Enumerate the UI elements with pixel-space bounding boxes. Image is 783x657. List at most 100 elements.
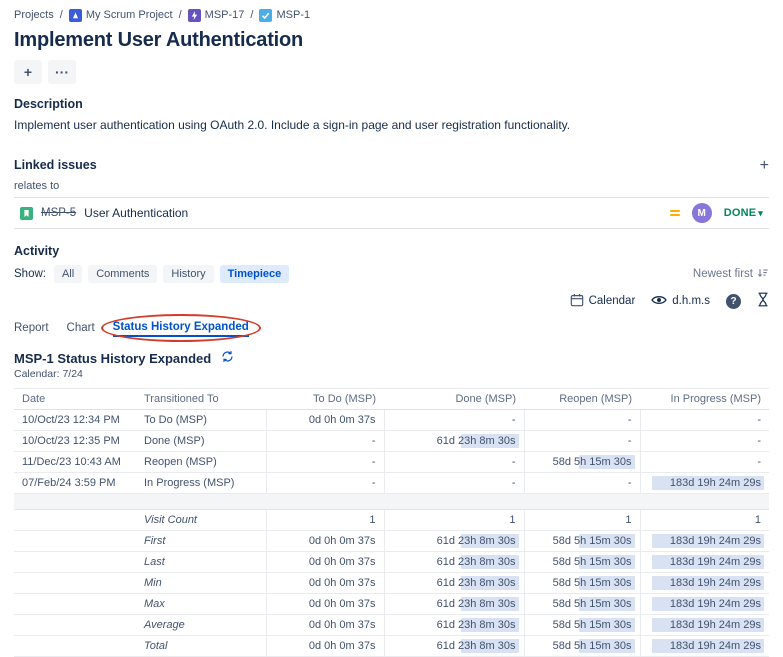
project-avatar-icon <box>69 9 82 22</box>
duration-cell: - <box>266 473 384 494</box>
duration-cell: 183d 19h 24m 29s <box>640 531 769 552</box>
duration-cell: - <box>524 410 640 431</box>
status-history-table: Date Transitioned To To Do (MSP) Done (M… <box>14 388 769 657</box>
stat-label-cell: Max <box>136 594 266 615</box>
tab-chart[interactable]: Chart <box>67 322 95 336</box>
linked-issues-heading: Linked issues <box>14 158 97 173</box>
duration-cell: 58d 5h 15m 30s <box>524 573 640 594</box>
duration-cell: 61d 23h 8m 30s <box>384 531 524 552</box>
duration-cell: 1 <box>524 510 640 531</box>
sort-order-button[interactable]: Newest first <box>693 267 769 282</box>
breadcrumb-item-issue[interactable]: MSP-1 <box>259 8 310 22</box>
assignee-avatar[interactable]: M <box>692 203 712 223</box>
date-cell <box>14 552 136 573</box>
breadcrumb-item-epic[interactable]: MSP-17 <box>188 8 245 22</box>
duration-cell: 0d 0h 0m 37s <box>266 636 384 657</box>
duration-cell: 183d 19h 24m 29s <box>640 615 769 636</box>
question-icon: ? <box>730 296 736 307</box>
sort-icon <box>757 267 769 282</box>
active-tab-wrap: Status History Expanded <box>113 321 249 337</box>
filter-comments[interactable]: Comments <box>88 265 157 283</box>
breadcrumb-separator: / <box>60 8 63 22</box>
linked-issues-header: Linked issues + <box>14 158 769 173</box>
story-icon <box>20 207 33 220</box>
breadcrumb-label: My Scrum Project <box>86 8 173 22</box>
duration-cell: 183d 19h 24m 29s <box>640 594 769 615</box>
add-link-button[interactable]: + <box>760 159 769 173</box>
report-title: MSP-1 Status History Expanded <box>14 351 211 366</box>
table-row: Average0d 0h 0m 37s61d 23h 8m 30s58d 5h … <box>14 615 769 636</box>
duration-cell: 61d 23h 8m 30s <box>384 431 524 452</box>
duration-cell: 0d 0h 0m 37s <box>266 594 384 615</box>
activity-filter-bar: Show: All Comments History Timepiece New… <box>14 265 769 283</box>
column-header-transitioned-to: Transitioned To <box>136 389 266 410</box>
date-cell: 10/Oct/23 12:34 PM <box>14 410 136 431</box>
stat-label-cell: Visit Count <box>136 510 266 531</box>
duration-cell: - <box>640 452 769 473</box>
duration-cell: - <box>384 410 524 431</box>
calendar-note: Calendar: 7/24 <box>14 368 769 380</box>
column-header-date: Date <box>14 389 136 410</box>
transitioned-to-cell: In Progress (MSP) <box>136 473 266 494</box>
date-cell <box>14 531 136 552</box>
filter-history[interactable]: History <box>163 265 213 283</box>
more-actions-button[interactable]: ··· <box>48 60 76 84</box>
duration-cell: 0d 0h 0m 37s <box>266 573 384 594</box>
separator-row <box>14 494 769 510</box>
date-cell <box>14 615 136 636</box>
transitioned-to-cell: Reopen (MSP) <box>136 452 266 473</box>
date-cell <box>14 573 136 594</box>
breadcrumb-item-projects[interactable]: Projects <box>14 8 54 22</box>
linked-issue-summary[interactable]: User Authentication <box>84 206 188 220</box>
issue-page: Projects / My Scrum Project / MSP-17 / M… <box>0 0 783 657</box>
duration-cell: 61d 23h 8m 30s <box>384 594 524 615</box>
duration-cell: 0d 0h 0m 37s <box>266 552 384 573</box>
duration-cell: 58d 5h 15m 30s <box>524 452 640 473</box>
issue-toolbar: + ··· <box>14 60 769 84</box>
filter-timepiece[interactable]: Timepiece <box>220 265 290 283</box>
calendar-icon <box>570 293 584 310</box>
breadcrumb-label: MSP-1 <box>276 8 310 22</box>
table-row: 07/Feb/24 3:59 PMIn Progress (MSP)---183… <box>14 473 769 494</box>
duration-cell: 61d 23h 8m 30s <box>384 552 524 573</box>
refresh-button[interactable] <box>221 350 234 366</box>
time-format-toggle[interactable]: d.h.m.s <box>651 294 710 309</box>
date-cell <box>14 594 136 615</box>
calendar-label: Calendar <box>589 295 636 307</box>
breadcrumb: Projects / My Scrum Project / MSP-17 / M… <box>14 8 769 22</box>
transitioned-to-cell: To Do (MSP) <box>136 410 266 431</box>
help-button[interactable]: ? <box>726 294 741 309</box>
table-row: Min0d 0h 0m 37s61d 23h 8m 30s58d 5h 15m … <box>14 573 769 594</box>
date-cell <box>14 636 136 657</box>
duration-cell: 183d 19h 24m 29s <box>640 473 769 494</box>
table-row: Last0d 0h 0m 37s61d 23h 8m 30s58d 5h 15m… <box>14 552 769 573</box>
status-dropdown[interactable]: DONE ▾ <box>724 207 763 219</box>
duration-cell: 0d 0h 0m 37s <box>266 615 384 636</box>
date-cell <box>14 510 136 531</box>
report-header: MSP-1 Status History Expanded <box>14 350 769 366</box>
linked-issue-row[interactable]: MSP-5 User Authentication M DONE ▾ <box>14 197 769 229</box>
duration-cell: - <box>266 452 384 473</box>
duration-cell: 183d 19h 24m 29s <box>640 552 769 573</box>
sort-label: Newest first <box>693 268 753 280</box>
duration-cell: - <box>524 431 640 452</box>
refresh-icon <box>221 350 234 366</box>
timer-button[interactable] <box>757 292 769 310</box>
show-label: Show: <box>14 268 46 280</box>
date-cell: 07/Feb/24 3:59 PM <box>14 473 136 494</box>
breadcrumb-item-project[interactable]: My Scrum Project <box>69 8 173 22</box>
stat-label-cell: First <box>136 531 266 552</box>
filter-all[interactable]: All <box>54 265 82 283</box>
breadcrumb-label: MSP-17 <box>205 8 245 22</box>
duration-cell: 58d 5h 15m 30s <box>524 552 640 573</box>
tab-report[interactable]: Report <box>14 322 49 336</box>
status-table-body: 10/Oct/23 12:34 PMTo Do (MSP)0d 0h 0m 37… <box>14 410 769 657</box>
calendar-button[interactable]: Calendar <box>570 293 636 310</box>
add-button[interactable]: + <box>14 60 42 84</box>
timepiece-toolbar: Calendar d.h.m.s ? <box>14 292 769 310</box>
linked-issue-key[interactable]: MSP-5 <box>41 207 76 219</box>
duration-cell: - <box>640 410 769 431</box>
table-row: 10/Oct/23 12:34 PMTo Do (MSP)0d 0h 0m 37… <box>14 410 769 431</box>
tab-status-history-expanded[interactable]: Status History Expanded <box>113 321 249 337</box>
duration-cell: 0d 0h 0m 37s <box>266 410 384 431</box>
